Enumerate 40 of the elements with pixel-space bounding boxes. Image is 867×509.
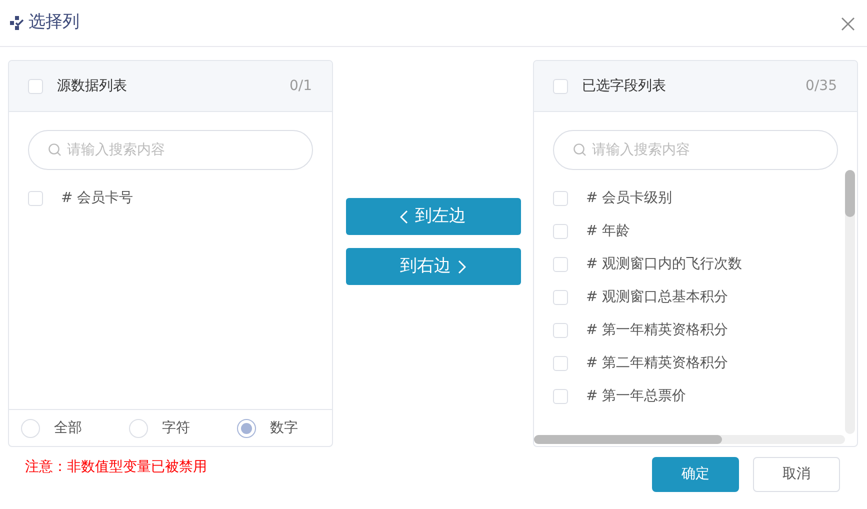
radio-label: 数字 xyxy=(270,418,298,438)
horizontal-scrollbar[interactable] xyxy=(534,435,845,444)
list-item[interactable]: # 观测窗口总基本积分 xyxy=(586,287,728,308)
checkbox[interactable] xyxy=(28,78,43,94)
checkbox[interactable] xyxy=(553,224,568,239)
radio-button[interactable] xyxy=(21,418,40,438)
list-item[interactable]: # 第一年总票价 xyxy=(586,386,686,407)
list-item[interactable]: # 第一年精英资格积分 xyxy=(586,320,728,341)
radio-button[interactable] xyxy=(237,418,256,438)
panel-title: 源数据列表 xyxy=(57,76,127,96)
checkbox[interactable] xyxy=(553,191,568,206)
list-item[interactable]: # 年龄 xyxy=(586,221,630,242)
radio-button[interactable] xyxy=(129,418,148,438)
logo-icon xyxy=(10,16,25,30)
search-icon xyxy=(573,143,587,157)
radio-label: 全部 xyxy=(54,418,82,438)
search-icon xyxy=(48,143,62,157)
radio-label: 字符 xyxy=(162,418,190,438)
checkbox[interactable] xyxy=(553,257,568,272)
checkbox[interactable] xyxy=(553,290,568,305)
checkbox[interactable] xyxy=(553,78,568,94)
panel-title: 已选字段列表 xyxy=(582,76,666,96)
checkbox[interactable] xyxy=(553,323,568,338)
chevron-left-icon xyxy=(400,210,408,224)
checkbox[interactable] xyxy=(28,191,43,206)
list-item[interactable]: # 第二年精英资格积分 xyxy=(586,353,728,374)
item-count: 0/35 xyxy=(806,76,837,96)
list-item[interactable]: # 会员卡号 xyxy=(61,188,134,209)
cancel-button[interactable]: 取消 xyxy=(753,457,840,492)
search-field[interactable]: 请输入搜索内容 xyxy=(553,130,838,170)
checkbox[interactable] xyxy=(553,356,568,371)
checkbox[interactable] xyxy=(553,389,568,404)
chevron-right-icon xyxy=(458,260,466,274)
window-title: 选择列 xyxy=(28,11,80,34)
list-item[interactable]: # 会员卡级别 xyxy=(586,188,672,209)
item-count: 0/1 xyxy=(289,76,312,96)
vertical-scrollbar[interactable] xyxy=(845,170,855,434)
search-field[interactable]: 请输入搜索内容 xyxy=(28,130,313,170)
list-item[interactable]: # 观测窗口内的飞行次数 xyxy=(586,254,742,275)
warning-text: 注意：非数值型变量已被禁用 xyxy=(24,458,207,477)
